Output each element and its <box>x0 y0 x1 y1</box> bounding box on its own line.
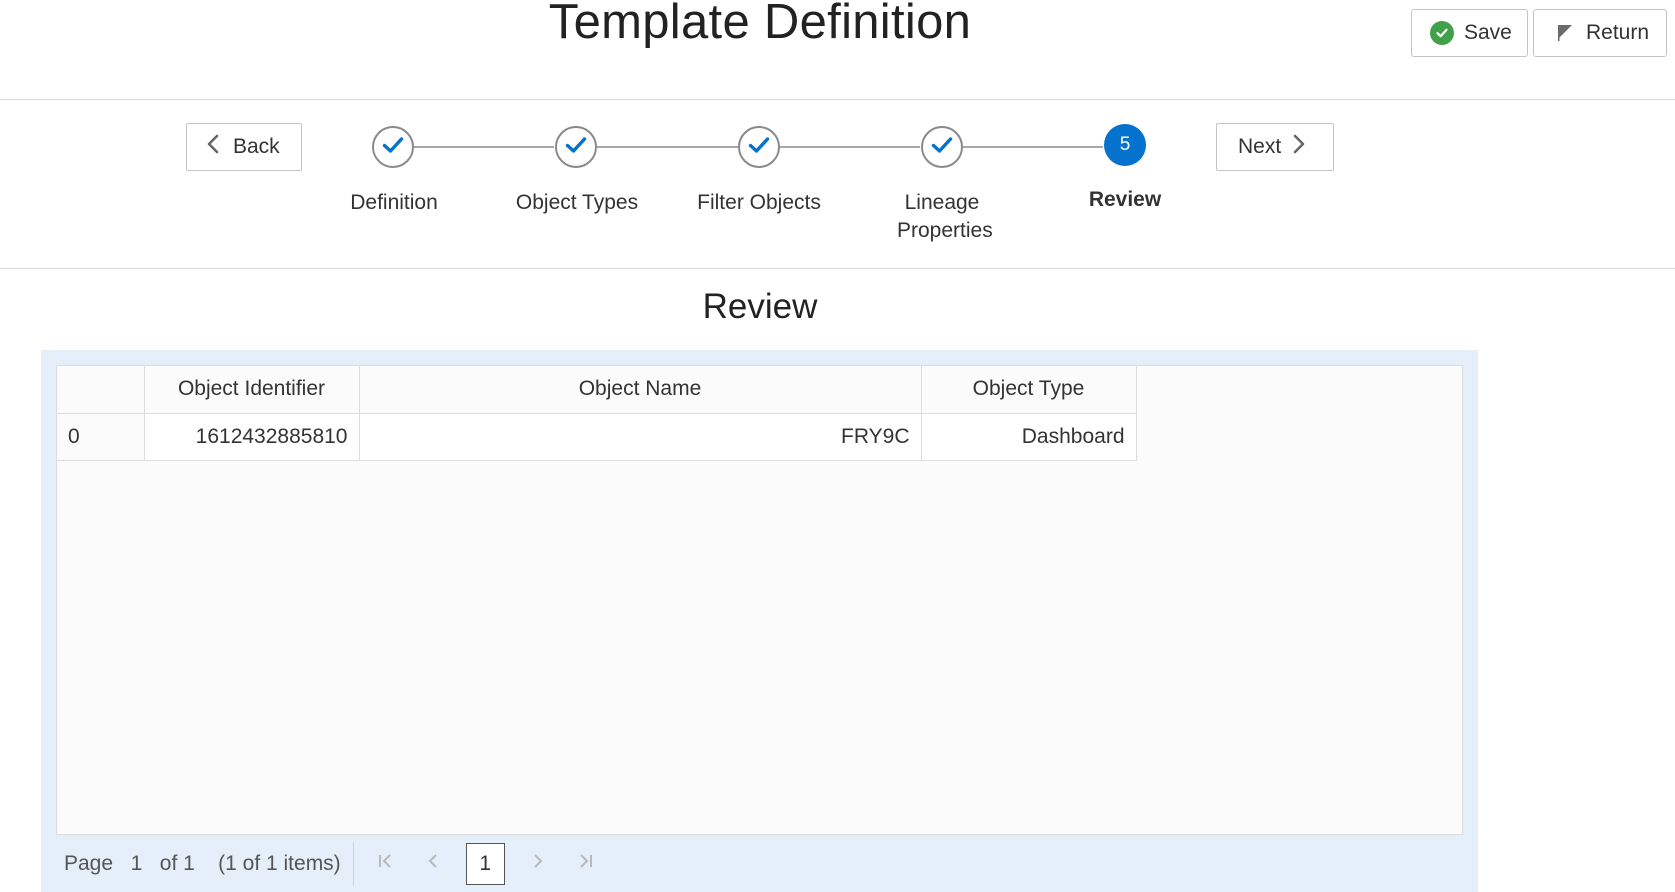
step-connector <box>963 146 1103 148</box>
checkmark-icon <box>382 136 404 159</box>
last-page-button[interactable] <box>571 849 601 879</box>
next-button[interactable]: Next <box>1216 123 1334 171</box>
step-connector <box>597 146 738 148</box>
checkmark-icon <box>748 136 770 159</box>
column-header-object-type[interactable]: Object Type <box>920 366 1137 414</box>
step-filter-objects-label[interactable]: Filter Objects <box>674 189 844 217</box>
column-header-object-name[interactable]: Object Name <box>358 366 922 414</box>
page-count: of 1 <box>159 851 195 875</box>
step-object-types-label[interactable]: Object Types <box>492 189 662 217</box>
items-count: (1 of 1 items) <box>218 851 341 875</box>
chevron-right-icon <box>1293 134 1305 160</box>
return-button-label: Return <box>1586 21 1650 44</box>
save-button-label: Save <box>1464 21 1512 44</box>
table-header-row: Object Identifier Object Name Object Typ… <box>57 366 1137 414</box>
first-page-icon <box>376 852 394 876</box>
previous-page-button[interactable] <box>418 849 448 879</box>
next-button-label: Next <box>1238 135 1282 158</box>
page-title: Template Definition <box>548 0 972 49</box>
step-lineage-properties-label[interactable]: Lineage Properties <box>857 189 1027 245</box>
step-connector <box>780 146 920 148</box>
step-lineage-properties-indicator[interactable] <box>921 126 963 168</box>
chevron-left-icon <box>207 134 219 160</box>
step-definition-label[interactable]: Definition <box>309 189 479 217</box>
back-button[interactable]: Back <box>186 123 302 171</box>
step-review-indicator[interactable]: 5 <box>1104 124 1146 166</box>
page-number-button[interactable]: 1 <box>465 842 505 885</box>
check-circle-icon <box>1430 21 1454 45</box>
step-object-types-indicator[interactable] <box>555 126 597 168</box>
next-page-button[interactable] <box>523 849 553 879</box>
page-label: Page <box>64 851 114 875</box>
review-panel: Object Identifier Object Name Object Typ… <box>41 350 1478 892</box>
flag-icon <box>1556 24 1574 42</box>
pagination: Page 1 of 1 (1 of 1 items) 1 <box>56 835 1463 892</box>
step-filter-objects-indicator[interactable] <box>738 126 780 168</box>
object-name-cell: FRY9C <box>358 412 922 461</box>
step-train: Back Definition Object Types Filter Obje… <box>0 101 1675 269</box>
review-table: Object Identifier Object Name Object Typ… <box>56 365 1463 835</box>
object-type-cell: Dashboard <box>920 412 1137 461</box>
step-review-label[interactable]: Review <box>1040 186 1210 214</box>
column-header-row-number <box>57 366 145 414</box>
column-header-object-identifier[interactable]: Object Identifier <box>143 366 360 414</box>
pagination-info: Page 1 of 1 (1 of 1 items) <box>56 852 341 876</box>
table-row[interactable]: 0 1612432885810 FRY9C Dashboard <box>57 412 1137 461</box>
checkmark-icon <box>931 136 953 159</box>
page-header: Template Definition Save Return <box>0 0 1675 100</box>
section-title: Review <box>702 287 818 326</box>
step-number: 5 <box>1119 134 1131 155</box>
pagination-divider <box>352 841 354 886</box>
last-page-icon <box>577 852 595 876</box>
save-button[interactable]: Save <box>1411 9 1528 57</box>
step-connector <box>414 146 554 148</box>
return-button[interactable]: Return <box>1533 9 1667 57</box>
checkmark-icon <box>565 136 587 159</box>
chevron-left-icon <box>424 852 442 876</box>
first-page-button[interactable] <box>370 849 400 879</box>
back-button-label: Back <box>233 135 280 158</box>
chevron-right-icon <box>529 852 547 876</box>
object-identifier-cell: 1612432885810 <box>143 412 360 461</box>
step-definition-indicator[interactable] <box>372 126 414 168</box>
current-page-input[interactable]: 1 <box>131 852 143 876</box>
row-number-cell: 0 <box>57 412 145 461</box>
